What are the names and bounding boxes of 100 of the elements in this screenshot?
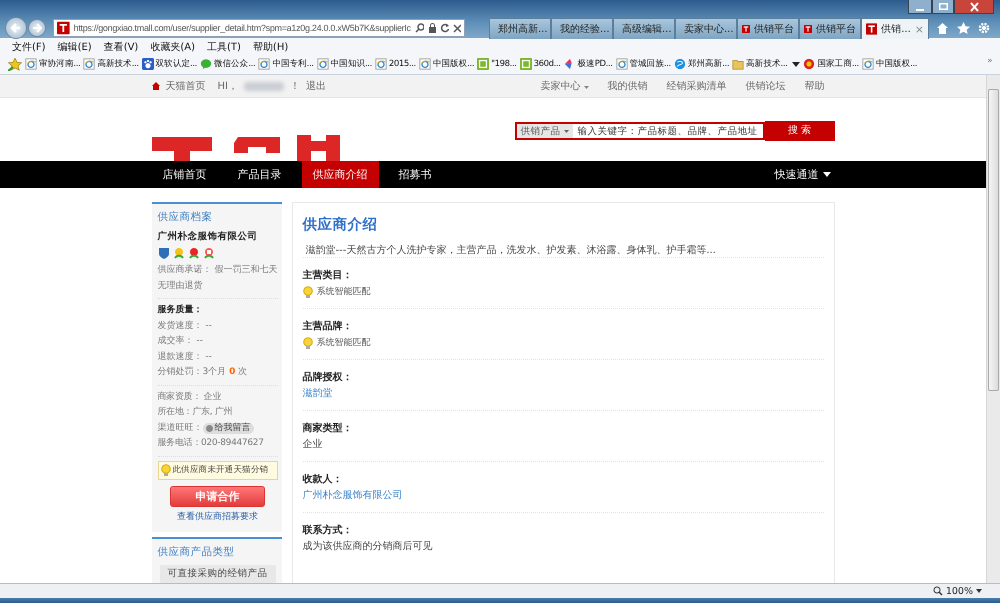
favorite-link[interactable]: 国家工商...	[803, 58, 859, 70]
link[interactable]: 滋韵堂	[302, 386, 332, 402]
browser-tab[interactable]: 我的经验...	[551, 18, 613, 39]
top-link[interactable]: 经销采购清单	[666, 79, 726, 93]
link[interactable]: 广州朴念服饰有限公司	[302, 488, 402, 504]
product-type-button[interactable]: 可直接采购的经销产品	[160, 564, 276, 582]
search-icon[interactable]	[414, 23, 424, 33]
menu-item[interactable]: 查看(V)	[104, 40, 138, 54]
forward-arrow-icon	[32, 23, 42, 33]
field-value: 成为该供应商的分销商后可见	[302, 540, 432, 554]
browser-page-icon	[25, 58, 37, 70]
quality-stat: 发货速度： --	[158, 320, 213, 332]
favorite-link[interactable]: 360d...	[520, 58, 561, 70]
message-button[interactable]: 给我留言	[202, 422, 254, 434]
browser-tab[interactable]: 供销平台	[799, 18, 861, 39]
top-link[interactable]: 卖家中心	[540, 79, 588, 93]
favorites-star-icon[interactable]	[8, 58, 22, 70]
browser-page-icon	[83, 58, 96, 70]
nav-tab[interactable]: 招募书	[388, 161, 442, 188]
close-icon	[970, 2, 978, 12]
requirements-link[interactable]: 查看供应商招募要求	[158, 510, 278, 524]
intro-text: 滋韵堂---天然古方个人洗护专家，主营产品，洗发水、护发素、沐浴露、身体乳、护手霜等...	[306, 244, 717, 257]
nav-tab[interactable]: 产品目录	[226, 161, 292, 188]
chat-icon	[200, 58, 212, 70]
browser-tab[interactable]: 郑州高新...	[489, 18, 551, 39]
lightbulb-icon	[302, 286, 312, 298]
browser-page-icon	[316, 58, 329, 70]
maximize-button[interactable]	[932, 0, 954, 14]
category-dropdown[interactable]: 供销产品	[516, 124, 572, 138]
minimize-button[interactable]	[908, 0, 932, 14]
home-icon	[152, 82, 160, 90]
app-icon	[477, 58, 490, 70]
globe-icon	[674, 58, 686, 70]
tmall-icon	[804, 22, 812, 36]
menu-item[interactable]: 编辑(E)	[58, 40, 92, 54]
panel-title: 供应商产品类型	[158, 545, 236, 560]
favorite-link[interactable]: 中国版权...	[418, 58, 474, 70]
home-icon[interactable]	[936, 22, 949, 34]
quick-access-menu[interactable]: 快速通道	[774, 167, 830, 182]
field-label: 主营品牌：	[302, 319, 354, 334]
caret-icon[interactable]	[976, 589, 982, 593]
favorite-link[interactable]: 极速PD...	[564, 58, 613, 70]
lock-icon	[428, 23, 436, 33]
close-button[interactable]	[954, 0, 994, 14]
star-icon[interactable]	[957, 22, 970, 34]
favorite-link[interactable]: 微信公众...	[200, 58, 256, 70]
blurred-username	[244, 82, 284, 90]
top-link[interactable]: 帮助	[804, 79, 824, 93]
tmall-icon	[866, 22, 878, 36]
browser-tab[interactable]: 高级编辑...	[613, 18, 675, 39]
search-button[interactable]: 搜 索	[764, 121, 834, 141]
settings-icon[interactable]	[978, 22, 990, 34]
favorite-link[interactable]: 郑州高新...	[674, 58, 730, 70]
caret-icon	[584, 86, 588, 89]
favorite-link[interactable]: 中国专利...	[258, 58, 314, 70]
hint-text: 系统智能匹配	[316, 286, 370, 299]
favorite-link[interactable]: 高新技术...	[83, 58, 139, 70]
favorite-link[interactable]: 管城回族...	[616, 58, 671, 70]
scrollbar[interactable]	[986, 75, 1000, 583]
menu-item[interactable]: 收藏夹(A)	[150, 40, 195, 54]
back-button[interactable]	[5, 17, 27, 39]
refresh-icon[interactable]	[440, 23, 449, 33]
favorite-link[interactable]: 中国版权...	[862, 58, 918, 70]
favorite-link[interactable]: "198...	[477, 58, 517, 70]
zoom-level[interactable]: 100%	[946, 586, 973, 596]
browser-tab[interactable]: 供销平台	[737, 18, 799, 39]
caret-icon	[822, 172, 830, 177]
favorite-link[interactable]: 中国知识...	[316, 58, 372, 70]
browser-tab[interactable]: 卖家中心...	[675, 18, 737, 39]
top-link[interactable]: 供销论坛	[746, 79, 786, 93]
medal-badge-icon	[188, 247, 200, 259]
home-link[interactable]: 天猫首页	[166, 79, 206, 93]
menu-item[interactable]: 工具(T)	[207, 40, 241, 54]
address-bar[interactable]: https://gongxiao.tmall.com/user/supplier_detail.htm?spm=a1z0g.24.0.0.xW5b7K&supplierIc	[53, 19, 465, 37]
quality-stat: 退款速度： --	[158, 350, 213, 364]
favorite-link[interactable]: 2015...	[374, 58, 416, 70]
favorite-link[interactable]: 审协河南...	[25, 58, 80, 70]
app-icon	[520, 58, 532, 70]
menu-item[interactable]: 帮助(H)	[252, 40, 288, 54]
nav-tab[interactable]: 店铺首页	[152, 161, 218, 188]
nav-tab[interactable]: 供应商介绍	[302, 161, 378, 188]
minimize-icon	[916, 8, 924, 10]
forward-button[interactable]	[28, 19, 46, 37]
panel-title: 供应商档案	[158, 210, 214, 225]
favorite-link[interactable]: 双软认定...	[142, 58, 197, 70]
favorite-link[interactable]: 高新技术...	[732, 58, 800, 70]
search-field[interactable]: 供销产品 输入关键字：产品标题、品牌、产品地址	[514, 122, 764, 140]
greeting-text: ！	[290, 80, 300, 93]
more-favorites-button[interactable]: »	[987, 56, 992, 66]
logout-link[interactable]: 退出	[306, 79, 326, 93]
stop-icon[interactable]	[452, 24, 462, 32]
company-name: 广州朴念服饰有限公司	[158, 230, 258, 244]
browser-page-icon	[374, 58, 387, 70]
field-label: 联系方式：	[302, 523, 354, 538]
menu-item[interactable]: 文件(F)	[12, 40, 46, 54]
browser-tab[interactable]: 供销... ×	[861, 18, 929, 39]
top-link[interactable]: 我的供销	[608, 79, 648, 93]
info-text: 所在地：广东, 广州	[158, 406, 234, 419]
caret-icon	[564, 130, 568, 132]
browser-page-icon	[258, 58, 270, 70]
